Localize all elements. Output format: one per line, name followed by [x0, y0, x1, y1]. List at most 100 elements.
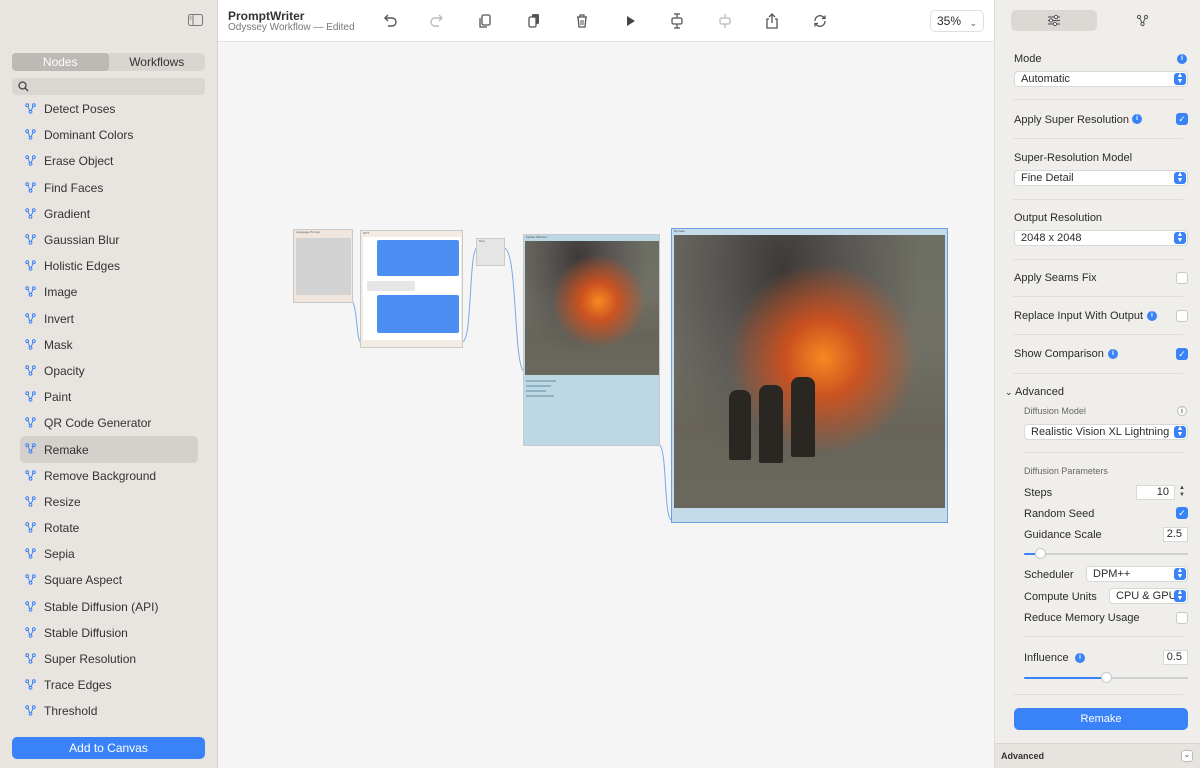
- divider: [1013, 99, 1183, 100]
- refresh-icon[interactable]: [811, 12, 829, 30]
- node-list-item[interactable]: Invert: [20, 306, 198, 332]
- node-graph-icon: [25, 469, 36, 481]
- node-list-item[interactable]: Dominant Colors: [20, 122, 198, 148]
- compute-units-select[interactable]: CPU & GPU ▲ ▼: [1109, 588, 1188, 604]
- node-list-item[interactable]: QR Code Generator: [20, 410, 198, 436]
- node-list-item[interactable]: Resize: [20, 489, 198, 515]
- node-list-item[interactable]: Gradient: [20, 201, 198, 227]
- guidance-scale-slider[interactable]: [1024, 548, 1188, 559]
- share-icon[interactable]: [763, 12, 781, 30]
- super-resolution-model-select[interactable]: Fine Detail ▲ ▼: [1014, 170, 1188, 186]
- node-list-item[interactable]: Super Resolution: [20, 646, 198, 672]
- diffusion-output-image: [525, 241, 659, 375]
- chat-reply: [367, 281, 415, 291]
- chevron-down-icon[interactable]: ⌄: [1181, 750, 1193, 762]
- node-title: Language Prompt: [296, 230, 320, 234]
- language-prompt-node[interactable]: Language Prompt: [293, 229, 353, 303]
- add-to-canvas-button[interactable]: Add to Canvas: [12, 737, 205, 759]
- search-input[interactable]: [12, 78, 205, 95]
- node-list-item[interactable]: Remove Background: [20, 463, 198, 489]
- node-list-item[interactable]: Erase Object: [20, 148, 198, 174]
- mobile-diffusion-node[interactable]: Mobile Diffusion: [523, 234, 660, 446]
- node-list-item-label: QR Code Generator: [44, 416, 152, 431]
- tab-nodes[interactable]: Nodes: [12, 53, 109, 71]
- copy-icon[interactable]: [476, 12, 494, 30]
- sidebar-toggle-icon[interactable]: [188, 14, 203, 26]
- select-arrows-icon: ▲ ▼: [1174, 72, 1186, 85]
- replace-input-checkbox[interactable]: [1176, 310, 1188, 322]
- play-icon[interactable]: [621, 12, 639, 30]
- node-list-item[interactable]: Stable Diffusion: [20, 620, 198, 646]
- redo-icon[interactable]: [428, 12, 446, 30]
- influence-slider[interactable]: [1024, 672, 1188, 683]
- node-list-item[interactable]: Square Aspect: [20, 567, 198, 593]
- footer-advanced-label: Advanced: [1001, 751, 1045, 761]
- info-icon[interactable]: i: [1108, 349, 1118, 359]
- mode-select[interactable]: Automatic ▲ ▼: [1014, 71, 1188, 87]
- node-list-item[interactable]: Mask: [20, 332, 198, 358]
- node-graph-icon: [25, 443, 36, 455]
- node-list-item[interactable]: Holistic Edges: [20, 253, 198, 279]
- trash-icon[interactable]: [573, 12, 591, 30]
- node-list-item-label: Sepia: [44, 547, 75, 562]
- node-list-item[interactable]: Sepia: [20, 541, 198, 567]
- undo-icon[interactable]: [381, 12, 399, 30]
- node-list-item[interactable]: Stable Diffusion (API): [20, 594, 198, 620]
- scheduler-select[interactable]: DPM++ ▲ ▼: [1086, 566, 1188, 582]
- param-row: [526, 390, 546, 392]
- node-list-item[interactable]: Find Faces: [20, 175, 198, 201]
- reduce-memory-checkbox[interactable]: [1176, 612, 1188, 624]
- node-list-item[interactable]: Paint: [20, 384, 198, 410]
- remake-node[interactable]: Remake: [671, 228, 948, 523]
- center-node-icon[interactable]: [716, 12, 734, 30]
- gpt-node[interactable]: GPT: [360, 230, 463, 348]
- steps-stepper[interactable]: ▲ ▼: [1178, 485, 1186, 499]
- node-list-item-label: Stable Diffusion: [44, 625, 128, 640]
- node-list-item[interactable]: Detect Poses: [20, 96, 198, 122]
- mode-label: Mode: [1014, 53, 1042, 65]
- steps-input[interactable]: 10: [1136, 485, 1175, 500]
- node-list-item[interactable]: Trace Edges: [20, 672, 198, 698]
- node-list-item[interactable]: Remake: [20, 436, 198, 463]
- apply-seams-fix-checkbox[interactable]: [1176, 272, 1188, 284]
- node-list-item[interactable]: Threshold: [20, 698, 198, 724]
- info-icon[interactable]: i: [1177, 54, 1187, 64]
- apply-super-resolution-checkbox[interactable]: ✓: [1176, 113, 1188, 125]
- advanced-disclosure[interactable]: ⌄ Advanced: [1005, 386, 1064, 398]
- node-list-item[interactable]: Rotate: [20, 515, 198, 541]
- duplicate-icon[interactable]: [525, 12, 543, 30]
- node-list-item[interactable]: Image: [20, 279, 198, 305]
- info-icon[interactable]: i: [1177, 406, 1187, 416]
- node-list-item-label: Gaussian Blur: [44, 233, 120, 248]
- slider-knob[interactable]: [1035, 548, 1046, 559]
- info-icon[interactable]: i: [1147, 311, 1157, 321]
- node-list-item-label: Gradient: [44, 206, 91, 221]
- random-seed-checkbox[interactable]: ✓: [1176, 507, 1188, 519]
- diffusion-model-select[interactable]: Realistic Vision XL Lightning ▲ ▼: [1024, 424, 1188, 440]
- node-list-item-label: Stable Diffusion (API): [44, 599, 159, 614]
- info-icon[interactable]: i: [1132, 114, 1142, 124]
- inspector-panel: Mode i Automatic ▲ ▼ Apply Super Resoluti…: [994, 0, 1200, 768]
- remake-button[interactable]: Remake: [1014, 708, 1188, 730]
- influence-input[interactable]: 0.5: [1163, 650, 1188, 665]
- info-icon[interactable]: i: [1075, 653, 1085, 663]
- guidance-scale-input[interactable]: 2.5: [1163, 527, 1188, 542]
- zoom-select[interactable]: 35% ⌄: [930, 10, 984, 32]
- divider: [1013, 373, 1183, 374]
- node-canvas[interactable]: Language Prompt GPT Text Mobile Diffusio…: [218, 42, 994, 768]
- node-graph-icon: [25, 365, 36, 376]
- fit-node-icon[interactable]: [668, 12, 686, 30]
- graph-icon[interactable]: [1136, 14, 1149, 27]
- node-graph-icon: [25, 679, 36, 690]
- inspector-tab-settings[interactable]: [1011, 10, 1097, 31]
- output-resolution-select[interactable]: 2048 x 2048 ▲ ▼: [1014, 230, 1188, 246]
- tab-workflows[interactable]: Workflows: [109, 53, 206, 71]
- node-list-item[interactable]: Opacity: [20, 358, 198, 384]
- slider-knob[interactable]: [1101, 672, 1112, 683]
- show-comparison-checkbox[interactable]: ✓: [1176, 348, 1188, 360]
- node-list-item[interactable]: Gaussian Blur: [20, 227, 198, 253]
- node-list-item-label: Square Aspect: [44, 573, 123, 588]
- output-resolution-label: Output Resolution: [1014, 212, 1103, 224]
- document-subtitle: Odyssey Workflow — Edited: [228, 22, 355, 33]
- text-node[interactable]: Text: [476, 238, 505, 266]
